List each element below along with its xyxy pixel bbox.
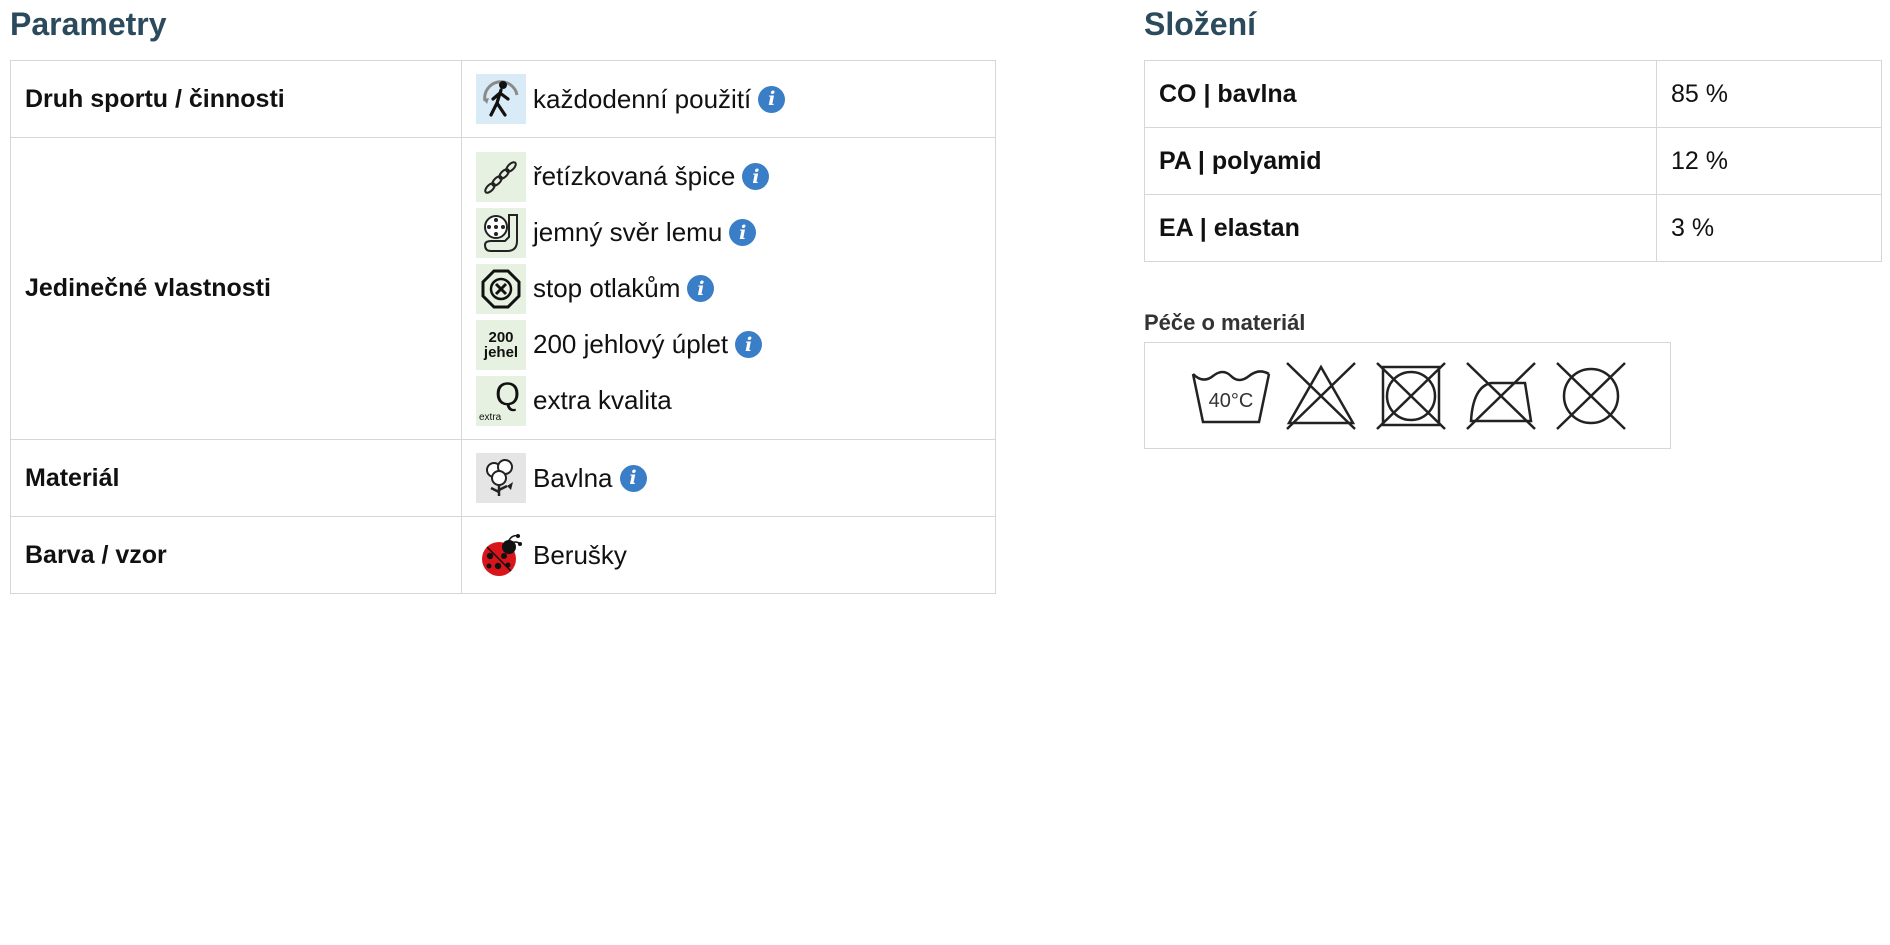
- table-row: Druh sportu / činnosti každodenní použit…: [10, 60, 996, 138]
- extra-quality-icon: Q extra: [476, 375, 526, 426]
- material-cell: CO | bavlna: [1144, 60, 1657, 128]
- feature-label: 200 jehlový úplet: [533, 329, 729, 359]
- row-value: řetízkovaná špice i jemný svěr lemu i st…: [461, 137, 996, 440]
- row-label: Materiál: [10, 439, 462, 517]
- info-icon[interactable]: i: [729, 219, 757, 246]
- percent-cell: 85 %: [1656, 60, 1882, 128]
- wash-40-icon: 40°C: [1191, 360, 1271, 432]
- table-row: EA | elastan 3 %: [1144, 194, 1882, 262]
- info-icon[interactable]: i: [742, 163, 770, 190]
- needles-200-icon: 200 jehel: [476, 319, 526, 370]
- stop-pressure-icon: [476, 263, 526, 314]
- feature-label: Bavlna: [533, 462, 613, 493]
- row-value: každodenní použití i: [461, 60, 996, 138]
- wash-temp-label: 40°C: [1209, 390, 1254, 412]
- info-icon[interactable]: i: [758, 85, 786, 113]
- feature-label: každodenní použití: [533, 83, 752, 114]
- feature-item: řetízkovaná špice i: [476, 149, 981, 205]
- no-dry-clean-icon: [1551, 360, 1631, 432]
- feature-item: 200 jehel 200 jehlový úplet i: [476, 317, 981, 373]
- row-value: Bavlna i: [461, 439, 996, 517]
- ladybug-icon: [476, 530, 526, 580]
- row-label: Barva / vzor: [10, 516, 462, 594]
- table-row: Materiál Bavlna i: [10, 439, 996, 517]
- info-icon[interactable]: i: [687, 275, 715, 302]
- row-value: Berušky: [461, 516, 996, 594]
- no-iron-icon: [1461, 360, 1541, 432]
- care-title: Péče o materiál: [1144, 310, 1306, 335]
- feature-label: jemný svěr lemu: [533, 217, 723, 247]
- material-cell: PA | polyamid: [1144, 127, 1657, 195]
- feature-item: Berušky: [476, 527, 981, 583]
- feature-label: Berušky: [533, 539, 627, 570]
- percent-cell: 3 %: [1656, 194, 1882, 262]
- no-tumble-dry-icon: [1371, 360, 1451, 432]
- walker-icon: [476, 74, 526, 124]
- feature-item: Q extra extra kvalita: [476, 373, 981, 429]
- care-symbols: 40°C: [1144, 342, 1671, 449]
- feature-label: stop otlakům: [533, 273, 681, 303]
- table-row: PA | polyamid 12 %: [1144, 127, 1882, 195]
- row-label: Druh sportu / činnosti: [10, 60, 462, 138]
- parametry-table: Druh sportu / činnosti každodenní použit…: [10, 60, 996, 594]
- no-bleach-icon: [1281, 360, 1361, 432]
- material-cell: EA | elastan: [1144, 194, 1657, 262]
- feature-item: každodenní použití i: [476, 71, 981, 127]
- feature-item: stop otlakům i: [476, 261, 981, 317]
- percent-cell: 12 %: [1656, 127, 1882, 195]
- slozeni-title: Složení: [1144, 6, 1257, 42]
- parametry-title: Parametry: [10, 6, 167, 42]
- feature-label: extra kvalita: [533, 385, 672, 415]
- table-row: Barva / vzor Berušky: [10, 516, 996, 594]
- row-label: Jedinečné vlastnosti: [10, 137, 462, 440]
- table-row: Jedinečné vlastnosti řetízkovaná špice i: [10, 137, 996, 440]
- feature-item: jemný svěr lemu i: [476, 205, 981, 261]
- feature-label: řetízkovaná špice: [533, 161, 736, 191]
- slozeni-table: CO | bavlna 85 % PA | polyamid 12 % EA |…: [1144, 60, 1882, 262]
- feature-item: Bavlna i: [476, 450, 981, 506]
- cotton-icon: [476, 453, 526, 503]
- soft-cuff-icon: [476, 207, 526, 258]
- chain-toe-icon: [476, 151, 526, 202]
- table-row: CO | bavlna 85 %: [1144, 60, 1882, 128]
- info-icon[interactable]: i: [735, 331, 763, 358]
- info-icon[interactable]: i: [619, 464, 647, 492]
